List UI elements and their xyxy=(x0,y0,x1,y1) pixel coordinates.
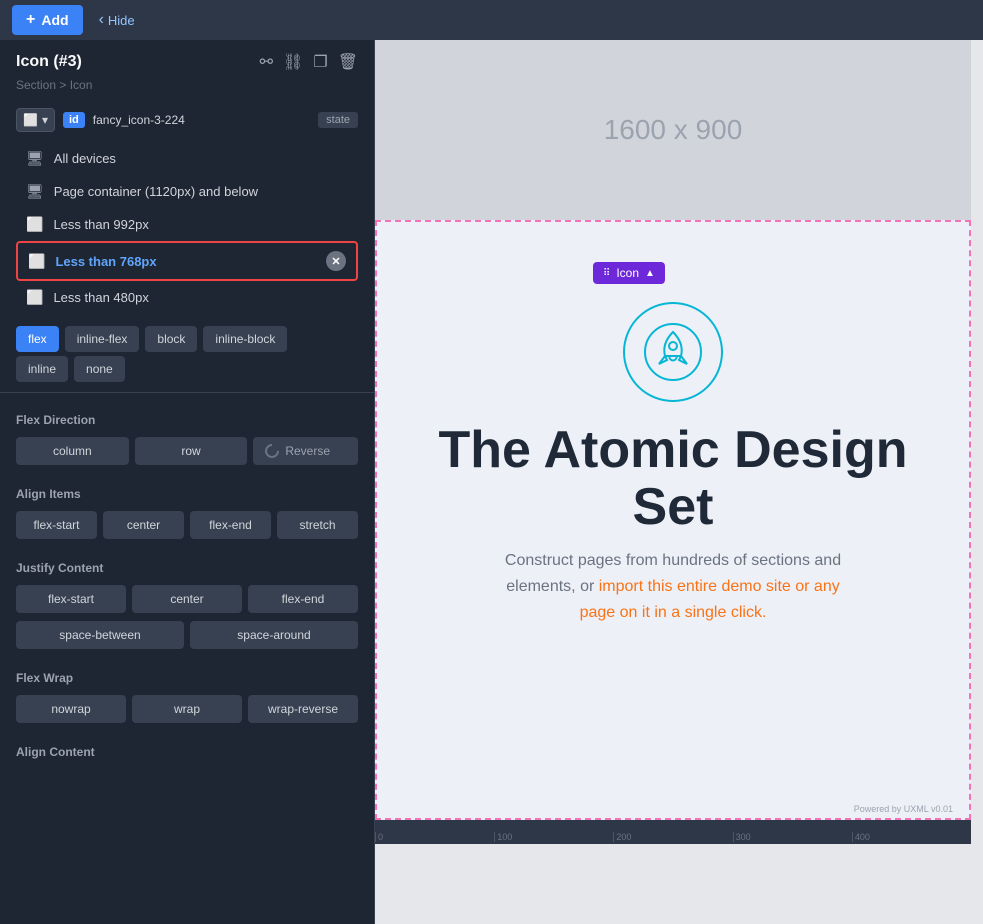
content-section: Powered by UXML v0.01 ⠿ Icon ▲ xyxy=(375,220,971,820)
align-flex-start-btn[interactable]: flex-start xyxy=(16,511,97,539)
display-inline-btn[interactable]: inline xyxy=(16,356,68,382)
ruler-mark-400: 400 xyxy=(852,832,971,842)
rocket-svg xyxy=(643,322,703,382)
device-480-icon: ⬜ xyxy=(26,289,43,306)
justify-content-row2: space-between space-around xyxy=(0,617,374,657)
display-inline-block-btn[interactable]: inline-block xyxy=(203,326,287,352)
display-inline-flex-btn[interactable]: inline-flex xyxy=(65,326,140,352)
flex-direction-column-btn[interactable]: column xyxy=(16,437,129,465)
justify-flex-start-btn[interactable]: flex-start xyxy=(16,585,126,613)
panel-icons: ⚯ ⛓ ❐ 🗑 xyxy=(260,52,358,72)
device-option-768[interactable]: ⬜ Less than 768px ✕ xyxy=(16,241,358,281)
device-all-icon: 🖥 xyxy=(26,150,44,167)
display-none-btn[interactable]: none xyxy=(74,356,125,382)
device-all-label: All devices xyxy=(54,151,116,166)
device-option-all[interactable]: 🖥 All devices xyxy=(16,142,358,175)
device-992-label: Less than 992px xyxy=(53,217,148,232)
device-480-label: Less than 480px xyxy=(53,290,148,305)
link-icon[interactable]: ⛓ xyxy=(283,52,303,72)
icon-tag-label: Icon xyxy=(616,266,639,280)
align-center-btn[interactable]: center xyxy=(103,511,184,539)
justify-center-btn[interactable]: center xyxy=(132,585,242,613)
device-chevron: ▾ xyxy=(42,113,48,127)
device-select[interactable]: ⬜ ▾ xyxy=(16,108,55,132)
align-flex-end-btn[interactable]: flex-end xyxy=(190,511,271,539)
justify-space-between-btn[interactable]: space-between xyxy=(16,621,184,649)
id-row: ⬜ ▾ id fancy_icon-3-224 state xyxy=(0,102,374,138)
state-badge[interactable]: state xyxy=(318,112,358,128)
ruler-mark-100: 100 xyxy=(494,832,613,842)
align-items-buttons: flex-start center flex-end stretch xyxy=(0,507,374,547)
panel-header: Icon (#3) ⚯ ⛓ ❐ 🗑 xyxy=(0,40,374,76)
trash-icon[interactable]: 🗑 xyxy=(338,52,358,72)
align-content-label: Align Content xyxy=(0,731,374,765)
icon-tag[interactable]: ⠿ Icon ▲ xyxy=(593,262,665,284)
device-option-1120[interactable]: 🖥 Page container (1120px) and below xyxy=(16,175,358,208)
flex-direction-reverse-btn[interactable]: Reverse xyxy=(253,437,358,465)
rocket-icon-circle xyxy=(623,302,723,402)
justify-space-around-btn[interactable]: space-around xyxy=(190,621,358,649)
display-block-btn[interactable]: block xyxy=(145,326,197,352)
device-992-icon: ⬜ xyxy=(26,216,43,233)
ruler-mark-0: 0 xyxy=(375,832,494,842)
display-flex-btn[interactable]: flex xyxy=(16,326,59,352)
highlight-text: import this entire demo site or any page… xyxy=(580,578,840,621)
canvas-area: 1600 x 900 Powered by UXML v0.01 ⠿ Icon … xyxy=(375,40,983,924)
add-button[interactable]: Add xyxy=(12,5,83,35)
align-items-label: Align Items xyxy=(0,473,374,507)
ruler-mark-300: 300 xyxy=(733,832,852,842)
id-badge: id xyxy=(63,112,85,128)
image-placeholder: 1600 x 900 xyxy=(375,40,971,220)
hierarchy-icon[interactable]: ⚯ xyxy=(260,52,273,72)
canvas-subtext: Construct pages from hundreds of section… xyxy=(493,548,853,625)
device-dropdown: 🖥 All devices 🖥 Page container (1120px) … xyxy=(0,138,374,318)
ruler-mark-200: 200 xyxy=(613,832,732,842)
wrap-wrap-btn[interactable]: wrap xyxy=(132,695,242,723)
reverse-label: Reverse xyxy=(285,444,330,458)
drag-icon: ⠿ xyxy=(603,268,610,279)
ruler-marks: 0 100 200 300 400 xyxy=(375,820,971,844)
divider-1 xyxy=(0,392,374,393)
panel-title: Icon (#3) xyxy=(16,53,82,71)
device-1120-label: Page container (1120px) and below xyxy=(54,184,258,199)
flex-wrap-label: Flex Wrap xyxy=(0,657,374,691)
display-buttons-row2: inline none xyxy=(0,356,374,386)
sidebar: Icon (#3) ⚯ ⛓ ❐ 🗑 Section > Icon ⬜ ▾ id … xyxy=(0,40,375,924)
align-stretch-btn[interactable]: stretch xyxy=(277,511,358,539)
device-768-icon: ⬜ xyxy=(28,253,45,270)
canvas-inner[interactable]: 1600 x 900 Powered by UXML v0.01 ⠿ Icon … xyxy=(375,40,983,924)
powered-label: Powered by UXML v0.01 xyxy=(854,804,953,814)
placeholder-size-label: 1600 x 900 xyxy=(604,114,743,146)
device-icon: ⬜ xyxy=(23,113,38,127)
breadcrumb: Section > Icon xyxy=(0,76,374,102)
id-value: fancy_icon-3-224 xyxy=(93,113,310,127)
justify-flex-end-btn[interactable]: flex-end xyxy=(248,585,358,613)
device-768-label: Less than 768px xyxy=(55,254,156,269)
hide-button[interactable]: Hide xyxy=(99,11,135,29)
wrap-reverse-btn[interactable]: wrap-reverse xyxy=(248,695,358,723)
justify-content-row1: flex-start center flex-end xyxy=(0,581,374,617)
copy-icon[interactable]: ❐ xyxy=(313,52,327,72)
justify-content-label: Justify Content xyxy=(0,547,374,581)
device-option-480[interactable]: ⬜ Less than 480px xyxy=(16,281,358,314)
device-1120-icon: 🖥 xyxy=(26,183,44,200)
flex-direction-buttons: column row Reverse xyxy=(0,433,374,473)
ruler-bottom: 0 100 200 300 400 xyxy=(375,820,971,844)
chevron-up-icon: ▲ xyxy=(645,268,655,279)
wrap-nowrap-btn[interactable]: nowrap xyxy=(16,695,126,723)
canvas-heading: The Atomic Design Set xyxy=(417,422,929,536)
device-option-992[interactable]: ⬜ Less than 992px xyxy=(16,208,358,241)
reverse-icon xyxy=(262,441,282,461)
device-768-close[interactable]: ✕ xyxy=(326,251,346,271)
flex-direction-row-btn[interactable]: row xyxy=(135,437,248,465)
flex-direction-label: Flex Direction xyxy=(0,399,374,433)
display-buttons: flex inline-flex block inline-block xyxy=(0,318,374,356)
flex-wrap-buttons: nowrap wrap wrap-reverse xyxy=(0,691,374,731)
